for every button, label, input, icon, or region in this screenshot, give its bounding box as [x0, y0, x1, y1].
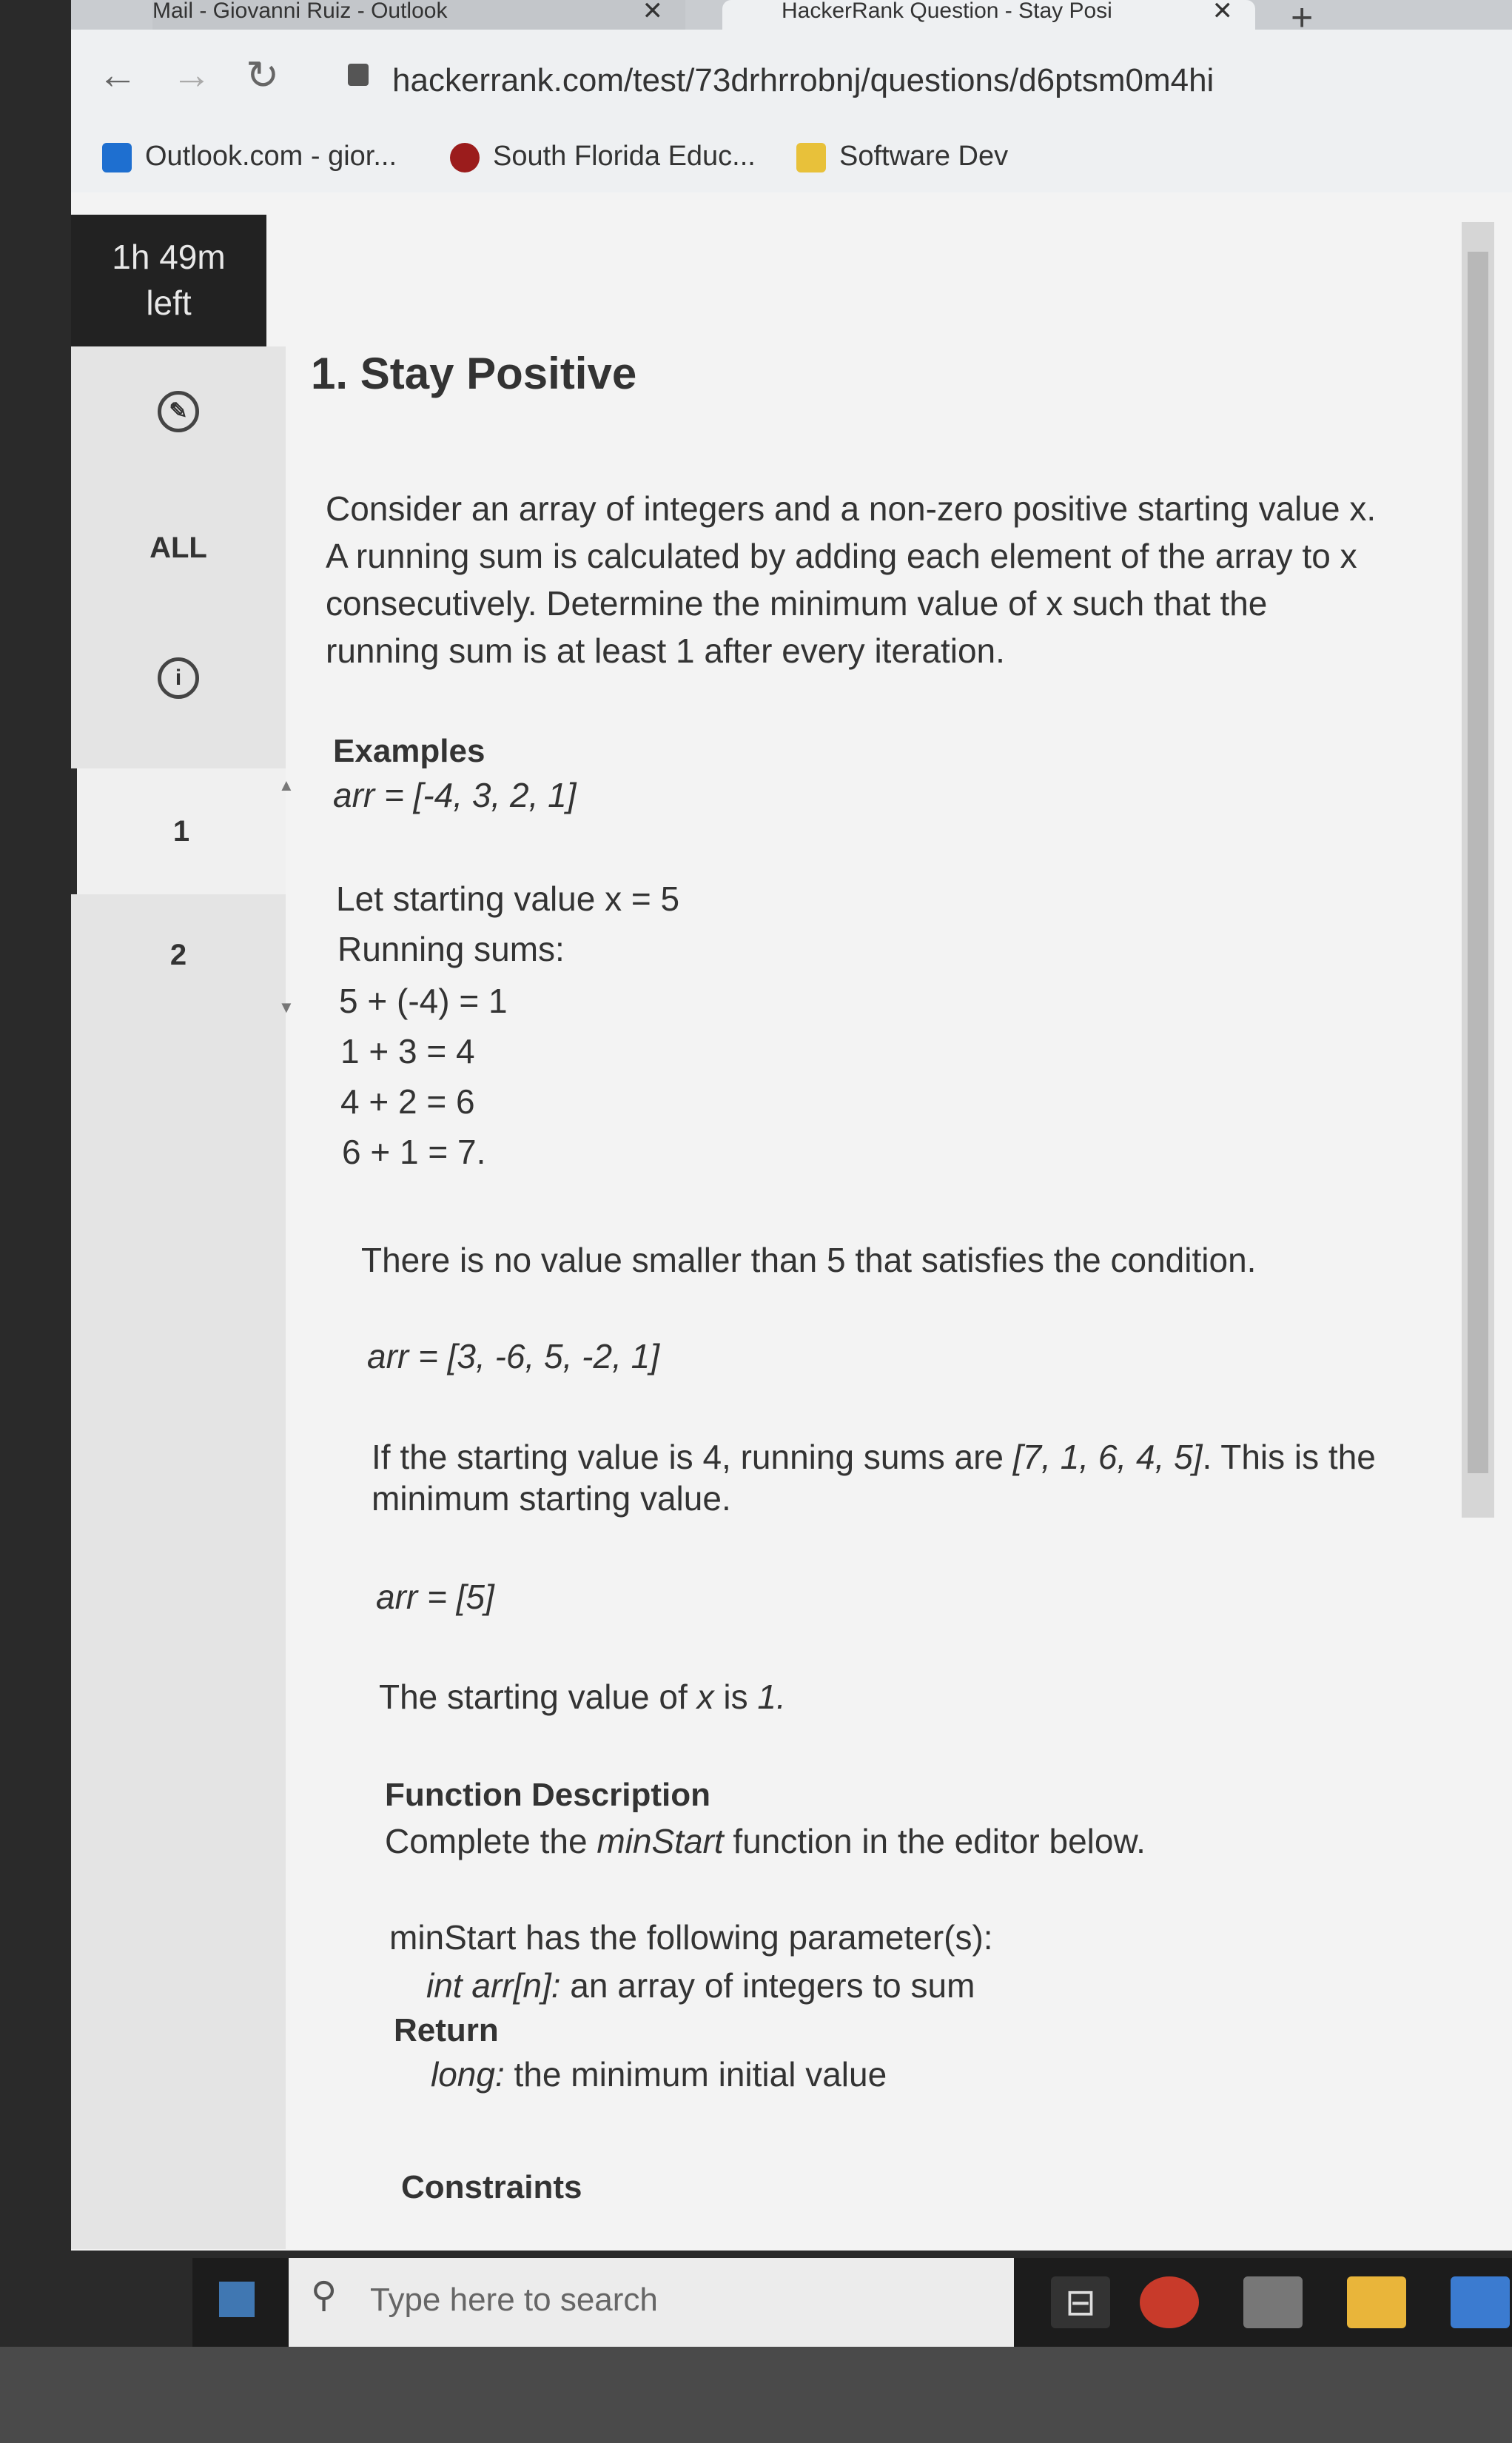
- note-var: x: [696, 1678, 714, 1716]
- question-2-item[interactable]: 2: [71, 939, 286, 972]
- all-questions-item[interactable]: ALL: [71, 532, 286, 565]
- tab-strip: Mail - Giovanni Ruiz - Outlook ✕ HackerRa…: [71, 0, 1512, 39]
- chrome-icon[interactable]: [1140, 2276, 1199, 2328]
- outlook-icon: [102, 142, 132, 172]
- question-title: 1. Stay Positive: [311, 349, 637, 398]
- note-list: [7, 1, 6, 4, 5]: [1012, 1438, 1203, 1476]
- param-desc: an array of integers to sum: [560, 1966, 975, 2005]
- return-desc: the minimum initial value: [504, 2055, 887, 2094]
- search-icon: ⚲: [311, 2276, 337, 2315]
- bookmark-south-florida[interactable]: South Florida Educ...: [450, 141, 756, 172]
- folder-icon: [796, 142, 826, 172]
- reload-icon[interactable]: ↻: [246, 52, 279, 98]
- desk-edge: [0, 2347, 1512, 2443]
- return-type: long:: [431, 2055, 505, 2094]
- tab-outlook[interactable]: Mail - Giovanni Ruiz - Outlook ✕: [152, 0, 685, 30]
- function-name: minStart: [597, 1822, 724, 1860]
- bookmark-outlook[interactable]: Outlook.com - gior...: [102, 141, 397, 172]
- timer-time: 1h 49m: [112, 238, 226, 276]
- constraints-heading: Constraints: [401, 2169, 582, 2205]
- running-sum-line: 1 + 3 = 4: [340, 1032, 475, 1070]
- problem-statement: Consider an array of integers and a non-…: [326, 489, 1377, 670]
- bookmark-software-dev[interactable]: Software Dev: [796, 141, 1008, 172]
- chevron-down-icon[interactable]: ▼: [278, 998, 295, 1017]
- tab-label: HackerRank Question - Stay Posi: [782, 0, 1112, 23]
- tab-hackerrank[interactable]: HackerRank Question - Stay Posi ✕: [722, 0, 1255, 30]
- file-explorer-icon[interactable]: [1347, 2276, 1406, 2328]
- return-heading: Return: [394, 2012, 499, 2048]
- running-sum-line: 6 + 1 = 7.: [342, 1133, 486, 1171]
- info-nav-item[interactable]: i: [71, 657, 286, 699]
- timer-left-label: left: [146, 284, 192, 322]
- example-2-note: If the starting value is 4, running sums…: [372, 1436, 1408, 1519]
- example-1-start: Let starting value x = 5: [336, 879, 680, 918]
- lock-icon: [348, 64, 369, 86]
- edit-nav-item[interactable]: ✎: [71, 391, 286, 432]
- fd-text: Complete the: [385, 1822, 597, 1860]
- note-text: is: [713, 1678, 758, 1716]
- bookmark-label: Outlook.com - gior...: [145, 141, 397, 172]
- scrollbar[interactable]: [1462, 222, 1494, 1518]
- bookmark-label: South Florida Educ...: [493, 141, 756, 172]
- windows-start-icon[interactable]: [219, 2282, 255, 2317]
- back-icon[interactable]: ←: [98, 52, 138, 98]
- function-description-heading: Function Description: [385, 1777, 710, 1813]
- example-1-array: arr = [-4, 3, 2, 1]: [333, 776, 577, 814]
- search-placeholder: Type here to search: [370, 2282, 658, 2318]
- note-value: 1.: [757, 1678, 786, 1716]
- example-2-array: arr = [3, -6, 5, -2, 1]: [367, 1337, 659, 1375]
- example-3-array: arr = [5]: [376, 1578, 494, 1616]
- note-text: If the starting value is 4, running sums…: [372, 1438, 1013, 1476]
- info-icon: i: [158, 657, 199, 699]
- example-1-note: There is no value smaller than 5 that sa…: [361, 1241, 1257, 1279]
- parameters-line: minStart has the following parameter(s):: [389, 1918, 993, 1957]
- address-bar[interactable]: hackerrank.com/test/73drhrrobnj/question…: [392, 62, 1214, 99]
- task-view-icon[interactable]: ⊟: [1051, 2276, 1110, 2328]
- tab-label: Mail - Giovanni Ruiz - Outlook: [152, 0, 448, 23]
- question-sidebar: ✎ ALL i 1 ▲ 2 ▼: [71, 346, 295, 2249]
- app-icon[interactable]: [1243, 2276, 1303, 2328]
- timer: 1h 49m left: [71, 215, 266, 346]
- pencil-icon: ✎: [158, 391, 199, 432]
- close-icon[interactable]: ✕: [642, 0, 664, 24]
- chevron-up-icon[interactable]: ▲: [278, 776, 295, 795]
- function-description: Complete the minStart function in the ed…: [385, 1817, 1146, 1865]
- param-name: int arr[n]:: [426, 1966, 561, 2005]
- parameter-item: int arr[n]: an array of integers to sum: [426, 1962, 975, 2009]
- note-text: The starting value of: [379, 1678, 697, 1716]
- example-3-note: The starting value of x is 1.: [379, 1673, 786, 1720]
- close-icon[interactable]: ✕: [1212, 0, 1234, 24]
- question-1-item[interactable]: 1: [71, 768, 286, 894]
- store-icon[interactable]: [1451, 2276, 1510, 2328]
- running-sum-line: 4 + 2 = 6: [340, 1082, 475, 1121]
- running-sum-line: 5 + (-4) = 1: [339, 982, 508, 1020]
- examples-heading: Examples: [333, 733, 485, 769]
- bookmark-label: Software Dev: [839, 141, 1009, 172]
- example-1-running-label: Running sums:: [337, 930, 565, 968]
- scrollbar-thumb[interactable]: [1468, 252, 1488, 1473]
- return-item: long: the minimum initial value: [431, 2051, 887, 2098]
- forward-icon[interactable]: →: [172, 52, 212, 98]
- globe-icon: [450, 142, 480, 172]
- fd-text: function in the editor below.: [723, 1822, 1146, 1860]
